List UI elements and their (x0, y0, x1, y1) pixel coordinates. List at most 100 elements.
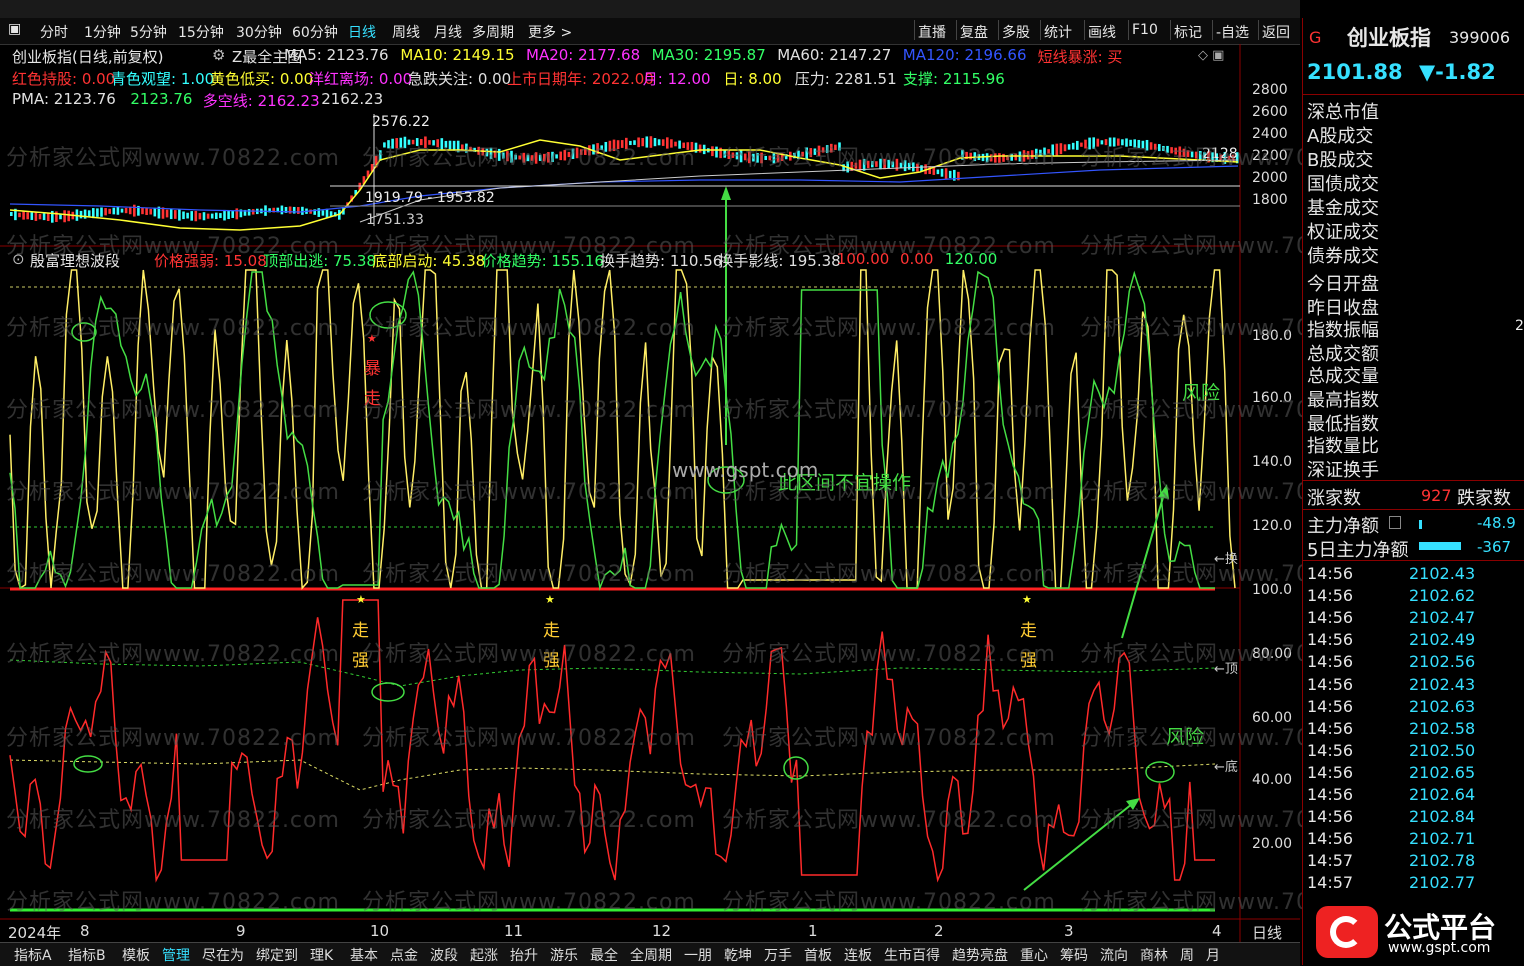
tick-time: 14:56 (1307, 762, 1354, 782)
bottom-tab-bar: 指标A 指标B 模板 管理 尽在为 绑定到 理K 基本 点金 波段 起涨 抬升 游乐 最全 全周期 一朋 乾坤万… (0, 942, 1300, 966)
bottom-tab-4[interactable]: 尽在为 (202, 945, 244, 965)
candle (42, 213, 46, 221)
highlight-circle (73, 755, 103, 773)
tick-value: 2102.56 (1409, 652, 1476, 672)
month-label: 1 (808, 922, 818, 940)
watermark-text: 分析家公式网www.70822.com (6, 642, 340, 667)
stat-label-1: A股成交 (1307, 126, 1374, 147)
month-label: 9 (236, 922, 246, 940)
bottom-tab-6[interactable]: 理K (310, 945, 333, 965)
bottom-tab-14[interactable]: 全周期 (630, 945, 672, 965)
candle (120, 208, 124, 213)
y-tick: 40.00 (1252, 772, 1293, 788)
watermark-text: 分析家公式网www.70822.com (362, 808, 696, 833)
candle (169, 208, 173, 220)
star-marker: ★ (545, 593, 555, 606)
candle (1067, 144, 1071, 150)
watermark-text: 分析家公式网www.70822.com (722, 398, 1056, 423)
main-net5-value: -367 (1477, 538, 1512, 556)
stat-label-7: 今日开盘 (1307, 274, 1379, 295)
bottom-tab-8[interactable]: 点金 (390, 945, 418, 965)
candle (309, 209, 312, 214)
watermark-text: 分析家公式网www.70822.com (6, 890, 340, 915)
watermark-text: 分析家公式网www.70822.com (6, 316, 340, 341)
bottom-tab-10[interactable]: 起涨 (470, 945, 498, 965)
code-prefix: G (1309, 28, 1322, 47)
candle (247, 209, 251, 216)
tick-value: 2102.49 (1409, 630, 1476, 650)
tick-time: 14:56 (1307, 829, 1354, 849)
watermark-text: 分析家公式网www.70822.com (362, 726, 696, 751)
range-price-label: 1919.79 - 1953.82 (365, 190, 495, 206)
tick-value: 2102.65 (1409, 762, 1476, 782)
bottom-tab-11[interactable]: 抬升 (510, 945, 538, 965)
bottom-tab-23[interactable]: 筹码 (1060, 945, 1088, 965)
stat-label-2: B股成交 (1307, 150, 1374, 171)
bottom-tab-25[interactable]: 商林 (1140, 945, 1168, 965)
candle (219, 213, 222, 219)
bottom-ref-label: ←底 (1214, 760, 1238, 775)
candle (321, 210, 325, 216)
watermark-text: 分析家公式网www.70822.com (362, 562, 696, 587)
bottom-tab-19[interactable]: 连板 (844, 945, 872, 965)
main-net5-label: 5日主力净额 (1307, 540, 1409, 561)
bottom-tab-24[interactable]: 流向 (1100, 945, 1128, 965)
candle (34, 211, 38, 221)
bottom-tab-27[interactable]: 月 (1206, 945, 1220, 965)
candle (1071, 142, 1075, 150)
month-label: 12 (652, 922, 672, 940)
candle (264, 205, 267, 216)
bottom-tab-12[interactable]: 游乐 (550, 945, 578, 965)
main-net5-bar (1419, 542, 1461, 550)
candle (153, 207, 157, 217)
candle (38, 213, 42, 220)
bottom-tab-5[interactable]: 绑定到 (256, 945, 298, 965)
watermark-text: 分析家公式网www.70822.com (722, 808, 1056, 833)
watermark-text: 分析家公式网www.70822.com (362, 642, 696, 667)
bottom-tab-9[interactable]: 波段 (430, 945, 458, 965)
main-net-value: -48.9 (1477, 514, 1516, 532)
bottom-tab-17[interactable]: 万手 (764, 945, 792, 965)
candle (1059, 143, 1063, 155)
tick-value: 2102.58 (1409, 718, 1476, 738)
bottom-tab-22[interactable]: 重心 (1020, 945, 1048, 965)
candle (206, 213, 210, 219)
watermark-text: 分析家公式网www.70822.com (362, 316, 696, 341)
candle (174, 210, 177, 219)
tick-value: 2102.43 (1409, 674, 1476, 694)
bottom-tab-16[interactable]: 乾坤 (724, 945, 752, 965)
candle (165, 209, 169, 218)
index-name: 创业板指 (1347, 26, 1431, 50)
candle (79, 210, 83, 219)
tick-time: 14:56 (1307, 674, 1354, 694)
bottom-tab-21[interactable]: 趋势亮盘 (952, 945, 1008, 965)
bottom-tab-13[interactable]: 最全 (590, 945, 618, 965)
candle (26, 212, 29, 220)
candle (186, 212, 189, 219)
expand-icon[interactable] (1389, 516, 1401, 529)
candle (145, 207, 148, 216)
main-net-bar (1419, 520, 1422, 529)
bottom-tab-2[interactable]: 模板 (122, 945, 150, 965)
candle (104, 208, 107, 216)
bottom-tab-1[interactable]: 指标B (68, 945, 106, 965)
candle (194, 210, 198, 222)
watermark-text: 分析家公式网www.70822.com (362, 890, 696, 915)
candle (198, 213, 202, 220)
tick-value: 2102.62 (1409, 586, 1476, 606)
bottom-tab-26[interactable]: 周 (1180, 945, 1194, 965)
bottom-tab-20[interactable]: 生市百得 (884, 945, 940, 965)
candle (1063, 144, 1067, 152)
tick-value: 2102.43 (1409, 564, 1476, 583)
bottom-tab-3[interactable]: 管理 (162, 945, 190, 965)
bottom-tab-0[interactable]: 指标A (14, 945, 52, 965)
stat-label-12: 最高指数 (1307, 390, 1379, 411)
bottom-tab-7[interactable]: 基本 (350, 945, 378, 965)
bottom-tab-15[interactable]: 一朋 (684, 945, 712, 965)
star-marker: ★ (356, 593, 366, 606)
bottom-tab-18[interactable]: 首板 (804, 945, 832, 965)
period-label: 日线 (1252, 924, 1283, 942)
y-tick: 2800 (1252, 82, 1288, 98)
candle (231, 210, 234, 218)
watermark-text: 分析家公式网www.70822.com (362, 146, 696, 171)
